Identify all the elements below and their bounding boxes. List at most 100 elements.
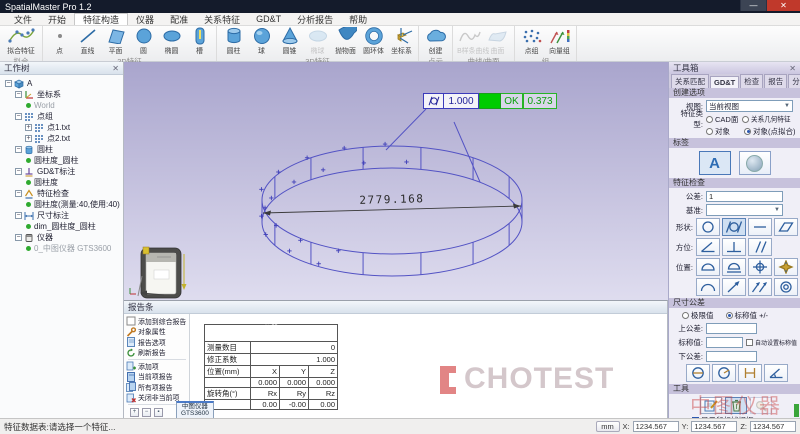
radio-nominal-value[interactable] (726, 312, 733, 319)
report-action-all[interactable]: 所有项报告 (126, 382, 188, 393)
tree-item[interactable]: −尺寸标注 (2, 210, 123, 221)
toolbox-tab-检查[interactable]: 检查 (740, 74, 763, 88)
tree-item[interactable]: −点组 (2, 111, 123, 122)
menu-item-帮助[interactable]: 帮助 (341, 13, 375, 25)
unit-button[interactable]: mm (596, 421, 620, 432)
ribbon-button-paraboloid[interactable]: 抛物面 (332, 27, 359, 56)
tree-item[interactable]: +点2.txt (2, 133, 123, 144)
ribbon-button-torus[interactable]: 圆环体 (360, 27, 387, 56)
work-tree-close-icon[interactable]: ✕ (112, 64, 119, 73)
concentricity-symbol-button[interactable] (774, 278, 798, 296)
gdt-callout[interactable]: 1.000 OK 0.373 (423, 93, 557, 109)
ribbon-button-fit-curve[interactable]: 拟合特征 (3, 27, 39, 56)
tree-item[interactable]: World (2, 100, 123, 111)
view-select[interactable]: 当前视图 ▼ (706, 100, 793, 112)
roundness-symbol-button[interactable] (696, 218, 720, 236)
menu-item-GD&T[interactable]: GD&T (248, 13, 289, 25)
z-coordinate-field[interactable]: 1234.567 (750, 421, 796, 432)
radio-limit-value[interactable] (682, 312, 689, 319)
toolbox-tab-GD&T[interactable]: GD&T (710, 76, 739, 88)
menu-item-配准[interactable]: 配准 (162, 13, 196, 25)
tree-expander-icon[interactable]: − (15, 190, 22, 197)
tree-item[interactable]: +点1.txt (2, 122, 123, 133)
ribbon-button-cone[interactable]: 圆锥 (276, 27, 303, 56)
tree-item[interactable]: −圆柱 (2, 144, 123, 155)
profile-surface-symbol-button[interactable] (722, 258, 746, 276)
report-mini-button[interactable]: ▪ (154, 408, 163, 417)
lower-tol-input[interactable] (706, 351, 757, 362)
tree-expander-icon[interactable]: + (25, 135, 32, 142)
radio-object[interactable] (706, 128, 713, 135)
radio-relation-geometry[interactable] (742, 116, 749, 123)
report-action-page[interactable]: 报告选项 (126, 337, 188, 348)
report-action-cur[interactable]: 当前项报告 (126, 372, 188, 383)
tree-item[interactable]: 圆柱度(测量:40,使用:40) (2, 199, 123, 210)
ribbon-button-point[interactable]: 点 (46, 27, 73, 56)
tree-expander-icon[interactable]: − (5, 80, 12, 87)
toolbox-tab-分析[interactable]: 分析 (788, 74, 800, 88)
menu-item-关系特征[interactable]: 关系特征 (196, 13, 248, 25)
ribbon-button-cloud[interactable]: 创建 (422, 27, 449, 56)
menu-item-开始[interactable]: 开始 (40, 13, 74, 25)
tree-item[interactable]: 0_中图仪器 GTS3600 (2, 243, 123, 254)
tree-expander-icon[interactable]: − (15, 91, 22, 98)
tolerance-input[interactable]: 1 (706, 191, 783, 202)
ribbon-button-point-group[interactable]: 点组 (518, 27, 545, 56)
profile-line-symbol-button[interactable] (696, 258, 720, 276)
tracker-instrument-model[interactable] (130, 247, 187, 298)
report-action-refresh[interactable]: 刷新报告 (126, 348, 188, 359)
scrollbar-fragment[interactable] (794, 404, 799, 417)
tree-expander-icon[interactable]: + (25, 124, 32, 131)
datum-select[interactable]: ▼ (706, 204, 783, 216)
tree-item[interactable]: −GD&T标注 (2, 166, 123, 177)
ribbon-button-vector-group[interactable]: 向量组 (546, 27, 573, 56)
label-text-button[interactable]: A (699, 151, 731, 175)
tree-expander-icon[interactable]: − (15, 168, 22, 175)
ribbon-button-ellipse[interactable]: 椭圆 (158, 27, 185, 56)
toolbox-tab-关系匹配[interactable]: 关系匹配 (671, 74, 709, 88)
report-mini-button[interactable]: + (130, 408, 139, 417)
total-runout-symbol-button[interactable] (748, 278, 772, 296)
report-action-wrench[interactable]: 对象属性 (126, 327, 188, 338)
delete-button[interactable] (725, 397, 747, 414)
radio-cad-face[interactable] (706, 116, 713, 123)
report-action-chk[interactable]: 添加到综合报告 (126, 316, 188, 327)
runout-symbol-button[interactable] (722, 278, 746, 296)
menu-item-仪器[interactable]: 仪器 (128, 13, 162, 25)
angularity-symbol-button[interactable] (696, 238, 720, 256)
tree-item[interactable]: dim_圆柱度_圆柱 (2, 221, 123, 232)
parallelism-symbol-button[interactable] (748, 238, 772, 256)
tree-expander-icon[interactable]: − (15, 146, 22, 153)
distance-symbol-button[interactable] (738, 364, 762, 382)
instrument-tab[interactable]: 中图仪器 GTS3600 (176, 401, 214, 418)
toolbox-tab-报告[interactable]: 报告 (764, 74, 787, 88)
radius-symbol-button[interactable] (712, 364, 736, 382)
menu-item-文件[interactable]: 文件 (6, 13, 40, 25)
tree-item[interactable]: −A (2, 78, 123, 89)
tree-item[interactable]: −仪器 (2, 232, 123, 243)
report-action-add[interactable]: 添加项 (126, 361, 188, 372)
auto-nominal-checkbox[interactable] (746, 339, 753, 346)
position-symbol-button[interactable] (748, 258, 772, 276)
minimize-button[interactable]: — (740, 0, 766, 11)
straightness-symbol-button[interactable] (748, 218, 772, 236)
tree-expander-icon[interactable]: − (15, 234, 22, 241)
y-coordinate-field[interactable]: 1234.567 (691, 421, 737, 432)
report-mini-button[interactable]: − (142, 408, 151, 417)
ribbon-button-csys[interactable]: 坐标系 (388, 27, 415, 56)
arc-symbol-button[interactable] (696, 278, 720, 296)
ribbon-button-cylinder[interactable]: 圆柱 (220, 27, 247, 56)
radio-object-point-fit[interactable] (744, 128, 751, 135)
perpendicularity-symbol-button[interactable] (722, 238, 746, 256)
tree-item[interactable]: 圆柱度 (2, 177, 123, 188)
cylindricity-symbol-button[interactable] (722, 218, 746, 236)
tree-item[interactable]: −坐标系 (2, 89, 123, 100)
menu-item-特征构造[interactable]: 特征构造 (74, 13, 128, 25)
angle-symbol-button[interactable] (764, 364, 788, 382)
close-button[interactable]: ✕ (766, 0, 800, 11)
label-bubble-button[interactable] (739, 151, 771, 175)
toolbox-close-icon[interactable]: ✕ (789, 64, 796, 73)
flatness-symbol-button[interactable] (774, 218, 798, 236)
ribbon-button-sphere[interactable]: 球 (248, 27, 275, 56)
tree-item[interactable]: 圆柱度_圆柱 (2, 155, 123, 166)
